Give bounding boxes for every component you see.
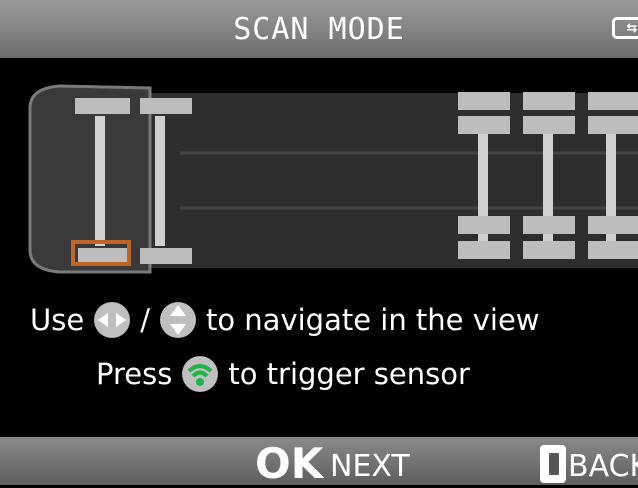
page-title: SCAN MODE (233, 11, 405, 47)
footer-bar: OK NEXT BACK (0, 437, 638, 488)
header-bar: SCAN MODE ⇆ (0, 0, 638, 58)
vehicle-diagram (28, 84, 638, 274)
next-label[interactable]: NEXT (330, 449, 410, 484)
back-label[interactable]: BACK (568, 449, 638, 484)
left-right-arrows-icon (94, 302, 131, 338)
navigate-instruction: Use / to navigate in the view (30, 300, 540, 340)
battery-icon: ⇆ (612, 17, 638, 39)
ok-button[interactable]: OK (255, 439, 323, 488)
up-down-arrows-icon (159, 302, 196, 338)
c-button-icon[interactable] (540, 445, 566, 483)
wifi-trigger-icon (182, 356, 219, 392)
trigger-instruction: Press to trigger sensor (96, 354, 470, 394)
